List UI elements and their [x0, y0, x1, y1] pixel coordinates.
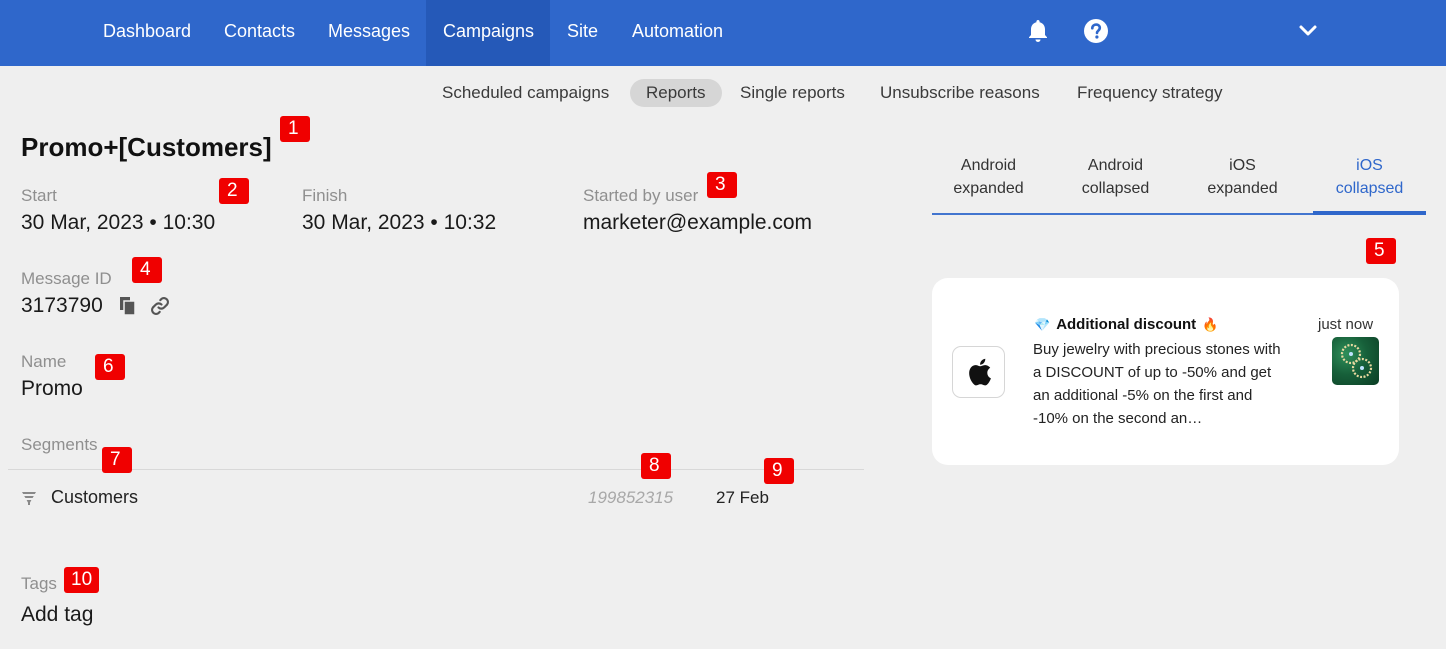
- tab-line-1: Android: [960, 157, 1017, 174]
- notification-title: 💎 Additional discount 🔥: [1034, 316, 1218, 333]
- tab-ios-collapsed[interactable]: iOS collapsed: [1306, 154, 1433, 200]
- marker-badge-4: 4: [132, 257, 162, 283]
- nav-contacts[interactable]: Contacts: [207, 0, 312, 66]
- subnav-reports[interactable]: Reports: [630, 79, 722, 107]
- help-icon[interactable]: [1082, 17, 1110, 45]
- finish-value: 30 Mar, 2023 • 10:32: [302, 211, 497, 234]
- message-id-label: Message ID: [21, 269, 112, 288]
- segment-date: 27 Feb: [716, 488, 769, 507]
- tab-line-2: expanded: [1207, 180, 1278, 197]
- copy-icon[interactable]: [117, 295, 139, 317]
- notification-time: just now: [1318, 316, 1374, 333]
- gem-icon: 💎: [1034, 317, 1051, 332]
- segments-divider: [8, 469, 864, 470]
- subnav-single-reports[interactable]: Single reports: [724, 79, 861, 107]
- add-tag-button[interactable]: Add tag: [21, 603, 93, 627]
- nav-campaigns[interactable]: Campaigns: [426, 0, 550, 66]
- marker-badge-10: 10: [64, 567, 100, 593]
- started-by-value: marketer@example.com: [583, 211, 813, 234]
- segments-label: Segments: [21, 435, 98, 454]
- subnav-scheduled-campaigns[interactable]: Scheduled campaigns: [426, 79, 625, 107]
- tags-label: Tags: [21, 574, 57, 593]
- tab-ios-expanded[interactable]: iOS expanded: [1179, 154, 1306, 200]
- subnav-unsubscribe-reasons[interactable]: Unsubscribe reasons: [864, 79, 1056, 107]
- tab-line-1: iOS: [1356, 157, 1383, 174]
- segment-count: 199852315: [588, 488, 674, 507]
- apple-icon: [952, 346, 1005, 398]
- finish-label: Finish: [302, 186, 348, 205]
- segment-filter-icon: [21, 490, 37, 506]
- fire-icon: 🔥: [1202, 317, 1219, 332]
- message-id-value: 3173790: [21, 294, 103, 317]
- notification-thumbnail: [1332, 337, 1379, 385]
- tab-android-expanded[interactable]: Android expanded: [925, 154, 1052, 200]
- marker-badge-9: 9: [764, 458, 794, 484]
- marker-badge-5: 5: [1366, 238, 1396, 264]
- tab-line-1: iOS: [1229, 157, 1256, 174]
- tab-android-collapsed[interactable]: Android collapsed: [1052, 154, 1179, 200]
- start-value: 30 Mar, 2023 • 10:30: [21, 211, 216, 234]
- top-navigation: Dashboard Contacts Messages Campaigns Si…: [0, 0, 1446, 66]
- nav-site[interactable]: Site: [550, 0, 615, 66]
- start-label: Start: [21, 186, 57, 205]
- tab-line-1: Android: [1087, 157, 1144, 174]
- nav-automation[interactable]: Automation: [615, 0, 740, 66]
- started-by-label: Started by user: [583, 186, 699, 205]
- marker-badge-1: 1: [280, 116, 310, 142]
- name-value: Promo: [21, 377, 83, 400]
- marker-badge-7: 7: [102, 447, 132, 473]
- notification-body: Buy jewelry with precious stones with a …: [1033, 341, 1281, 427]
- nav-dashboard[interactable]: Dashboard: [86, 0, 208, 66]
- tab-line-2: collapsed: [1081, 180, 1150, 197]
- tab-line-2: expanded: [953, 180, 1024, 197]
- tab-line-2: collapsed: [1335, 180, 1404, 197]
- marker-badge-3: 3: [707, 172, 737, 198]
- link-icon[interactable]: [149, 295, 171, 317]
- nav-messages[interactable]: Messages: [311, 0, 427, 66]
- marker-badge-2: 2: [219, 178, 249, 204]
- segment-name[interactable]: Customers: [51, 487, 138, 508]
- subnav-frequency-strategy[interactable]: Frequency strategy: [1061, 79, 1239, 107]
- marker-badge-6: 6: [95, 354, 125, 380]
- bell-icon[interactable]: [1024, 17, 1052, 45]
- tab-underline: [932, 213, 1313, 215]
- marker-badge-8: 8: [641, 453, 671, 479]
- name-label: Name: [21, 352, 67, 371]
- active-tab-indicator: [1313, 211, 1426, 215]
- page-title: Promo+[Customers]: [21, 132, 272, 162]
- chevron-down-icon[interactable]: [1294, 17, 1322, 45]
- notification-title-text: Additional discount: [1056, 316, 1197, 333]
